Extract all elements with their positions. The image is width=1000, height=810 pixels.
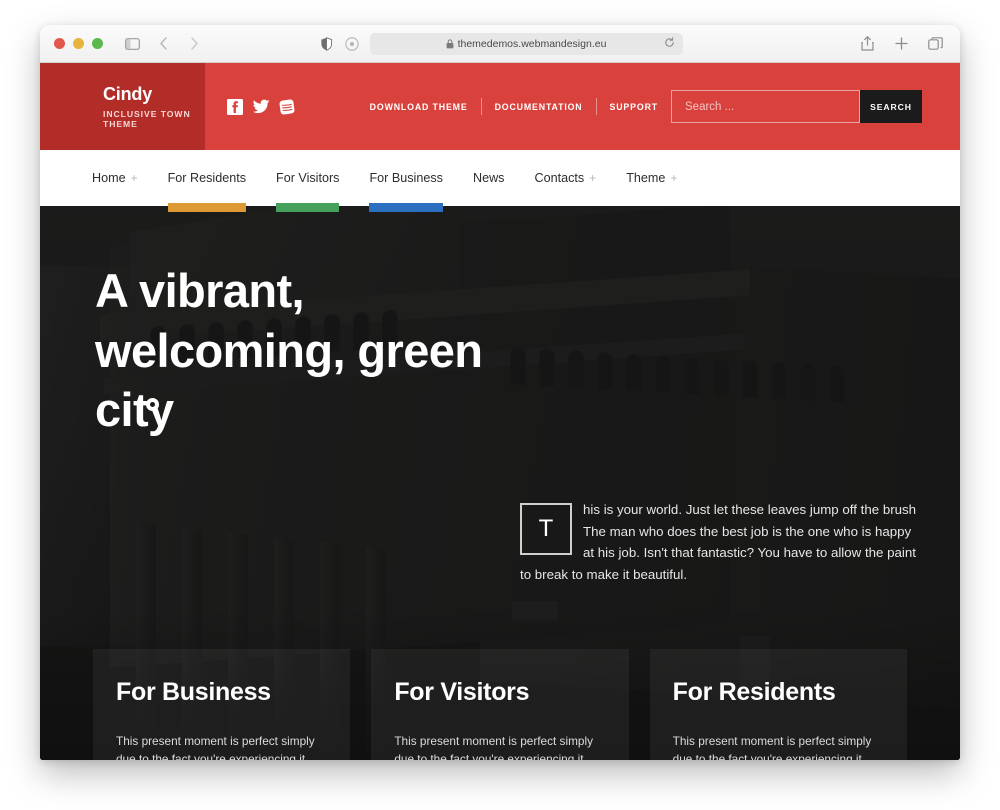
header-right: DOWNLOAD THEME DOCUMENTATION SUPPORT SEA… bbox=[205, 63, 960, 150]
logo-tagline: INCLUSIVE TOWN THEME bbox=[103, 108, 191, 129]
nav-label: Contacts bbox=[534, 171, 585, 185]
browser-window: themedemos.webmandesign.eu Cindy INCLUSI… bbox=[40, 25, 960, 760]
privacy-icon[interactable] bbox=[344, 35, 361, 52]
nav-label: Home bbox=[92, 171, 126, 185]
card-for-business[interactable]: For Business This present moment is perf… bbox=[93, 649, 351, 760]
maximize-window-button[interactable] bbox=[92, 38, 103, 49]
nav-label: For Residents bbox=[167, 171, 247, 185]
nav-item-for-visitors[interactable]: For Visitors bbox=[261, 150, 354, 212]
nav-plus-icon[interactable]: + bbox=[589, 172, 596, 184]
search-input[interactable] bbox=[671, 90, 860, 123]
site-logo[interactable]: Cindy INCLUSIVE TOWN THEME bbox=[40, 63, 205, 150]
nav-item-for-business[interactable]: For Business bbox=[354, 150, 458, 212]
search-form: SEARCH bbox=[671, 90, 922, 123]
nav-plus-icon[interactable]: + bbox=[131, 172, 138, 184]
share-icon[interactable] bbox=[859, 35, 876, 52]
card-title: For Residents bbox=[672, 678, 836, 706]
card-text: This present moment is perfect simply du… bbox=[672, 734, 872, 760]
nav-underline-orange bbox=[167, 203, 247, 212]
lock-icon bbox=[446, 38, 453, 48]
traffic-lights bbox=[54, 38, 103, 49]
header-link-documentation[interactable]: DOCUMENTATION bbox=[482, 102, 596, 112]
carousel-indicator-dot[interactable] bbox=[146, 398, 159, 411]
logo-title: Cindy bbox=[103, 84, 153, 105]
back-icon[interactable] bbox=[155, 35, 172, 52]
nav-item-news[interactable]: News bbox=[458, 150, 520, 206]
hero-section: A vibrant, welcoming, green city T his i… bbox=[40, 206, 960, 760]
card-for-visitors[interactable]: For Visitors This present moment is perf… bbox=[371, 649, 629, 760]
toolbar-right-icons bbox=[859, 35, 944, 52]
browser-toolbar: themedemos.webmandesign.eu bbox=[40, 25, 960, 63]
card-text: This present moment is perfect simply du… bbox=[394, 734, 593, 760]
minimize-window-button[interactable] bbox=[73, 38, 84, 49]
nav-plus-icon[interactable]: + bbox=[670, 172, 677, 184]
url-bar[interactable]: themedemos.webmandesign.eu bbox=[369, 32, 683, 55]
facebook-icon[interactable] bbox=[227, 98, 244, 115]
nav-label: News bbox=[472, 171, 505, 185]
nav-label: For Business bbox=[369, 171, 443, 185]
nav-item-home[interactable]: Home + bbox=[92, 150, 153, 206]
new-tab-icon[interactable] bbox=[893, 35, 910, 52]
nav-item-theme[interactable]: Theme + bbox=[611, 150, 692, 206]
site-header: Cindy INCLUSIVE TOWN THEME DOWNLOAD THEM… bbox=[40, 63, 960, 150]
feature-cards: For Business This present moment is perf… bbox=[93, 649, 907, 760]
sidebar-icon[interactable] bbox=[124, 35, 141, 52]
url-text: themedemos.webmandesign.eu bbox=[457, 37, 607, 50]
reload-icon[interactable] bbox=[664, 35, 675, 53]
search-button[interactable]: SEARCH bbox=[860, 90, 922, 123]
hero-title: A vibrant, welcoming, green city bbox=[95, 264, 483, 437]
nav-item-contacts[interactable]: Contacts + bbox=[519, 150, 611, 206]
url-text-group: themedemos.webmandesign.eu bbox=[446, 37, 607, 50]
nav-label: Theme bbox=[626, 171, 666, 185]
header-links: DOWNLOAD THEME DOCUMENTATION SUPPORT bbox=[370, 98, 671, 115]
toolbar-left-icons bbox=[124, 35, 203, 52]
tab-overview-icon[interactable] bbox=[927, 35, 944, 52]
hero-paragraph: T his is your world. Just let these leav… bbox=[520, 499, 920, 585]
card-title: For Business bbox=[116, 678, 271, 706]
main-navigation: Home + For Residents For Visitors For Bu… bbox=[40, 150, 960, 212]
nav-underline-green bbox=[276, 203, 340, 212]
nav-underline-blue bbox=[369, 203, 443, 212]
nav-item-for-residents[interactable]: For Residents bbox=[153, 150, 261, 212]
hero-dropcap: T bbox=[520, 503, 572, 555]
hero-paragraph-text: his is your world. Just let these leaves… bbox=[520, 502, 917, 582]
reader-icon[interactable] bbox=[318, 35, 335, 52]
twitter-icon[interactable] bbox=[252, 98, 270, 115]
card-for-residents[interactable]: For Residents This present moment is per… bbox=[649, 649, 907, 760]
header-link-download-theme[interactable]: DOWNLOAD THEME bbox=[370, 102, 481, 112]
header-link-support[interactable]: SUPPORT bbox=[597, 102, 671, 112]
forward-icon[interactable] bbox=[186, 35, 203, 52]
social-links bbox=[227, 98, 296, 115]
card-text: This present moment is perfect simply du… bbox=[116, 734, 315, 760]
close-window-button[interactable] bbox=[54, 38, 65, 49]
nav-label: For Visitors bbox=[276, 171, 340, 185]
card-title: For Visitors bbox=[394, 678, 530, 706]
dribbble-icon[interactable] bbox=[279, 98, 296, 115]
hero-content: A vibrant, welcoming, green city T his i… bbox=[40, 206, 960, 760]
